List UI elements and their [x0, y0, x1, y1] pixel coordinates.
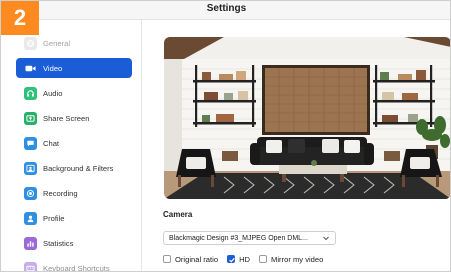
sidebar-item-share-screen[interactable]: Share Screen — [16, 108, 132, 128]
window-title: Settings — [206, 3, 247, 14]
sidebar-item-label: Audio — [43, 88, 63, 98]
camera-preview-image — [164, 37, 450, 199]
camera-section-label: Camera — [163, 210, 193, 219]
person-background-icon — [24, 161, 37, 175]
share-screen-icon — [24, 111, 37, 125]
mirror-video-label: Mirror my video — [271, 254, 324, 264]
video-options-row: Original ratio HD Mirror my video — [163, 253, 332, 265]
step-number-badge: 2 — [1, 1, 39, 35]
video-settings-panel: Camera Blackmagic Design #3_MJPEG Open D… — [142, 20, 450, 271]
chat-icon — [24, 136, 37, 150]
profile-icon — [24, 211, 37, 225]
camera-select-dropdown[interactable]: Blackmagic Design #3_MJPEG Open DML... — [163, 231, 336, 245]
camera-preview — [164, 37, 450, 199]
sidebar-item-keyboard-shortcuts[interactable]: Keyboard Shortcuts — [16, 258, 132, 272]
sidebar-item-statistics[interactable]: Statistics — [16, 233, 132, 253]
camera-select-value: Blackmagic Design #3_MJPEG Open DML... — [169, 234, 308, 242]
hd-option[interactable]: HD — [227, 255, 250, 264]
sidebar-item-profile[interactable]: Profile — [16, 208, 132, 228]
hd-label: HD — [239, 254, 251, 264]
sidebar-item-background-filters[interactable]: Background & Filters — [16, 158, 132, 178]
settings-sidebar: General Video Audio Share Screen Chat Ba… — [1, 20, 142, 272]
sidebar-item-label: Background & Filters — [43, 163, 114, 173]
original-ratio-option[interactable]: Original ratio — [163, 255, 218, 264]
headphones-icon — [24, 86, 37, 100]
video-camera-icon — [24, 62, 37, 75]
title-bar: Settings — [1, 1, 450, 20]
gear-icon — [24, 36, 37, 50]
mirror-video-option[interactable]: Mirror my video — [259, 255, 323, 264]
sidebar-item-label: Profile — [43, 213, 65, 223]
chevron-down-icon — [323, 236, 329, 241]
sidebar-item-recording[interactable]: Recording — [16, 183, 132, 203]
sidebar-item-general[interactable]: General — [16, 33, 132, 53]
record-icon — [24, 186, 37, 200]
hd-checkbox[interactable] — [227, 255, 236, 263]
sidebar-item-label: Statistics — [43, 238, 74, 248]
sidebar-item-audio[interactable]: Audio — [16, 83, 132, 103]
statistics-icon — [24, 236, 37, 250]
sidebar-item-label: Recording — [43, 188, 78, 198]
sidebar-item-label: General — [43, 38, 71, 48]
sidebar-item-video[interactable]: Video — [16, 58, 132, 78]
settings-window: Settings 2 General Video Audio Share Scr… — [0, 0, 451, 272]
original-ratio-checkbox[interactable] — [163, 255, 171, 263]
checkmark-icon — [229, 257, 235, 263]
sidebar-item-label: Share Screen — [43, 113, 90, 123]
sidebar-item-label: Chat — [43, 138, 60, 148]
mirror-video-checkbox[interactable] — [259, 255, 268, 263]
sidebar-item-label: Keyboard Shortcuts — [43, 263, 110, 272]
keyboard-icon — [24, 261, 37, 271]
sidebar-item-label: Video — [43, 63, 63, 73]
original-ratio-label: Original ratio — [175, 254, 219, 264]
sidebar-item-chat[interactable]: Chat — [16, 133, 132, 153]
